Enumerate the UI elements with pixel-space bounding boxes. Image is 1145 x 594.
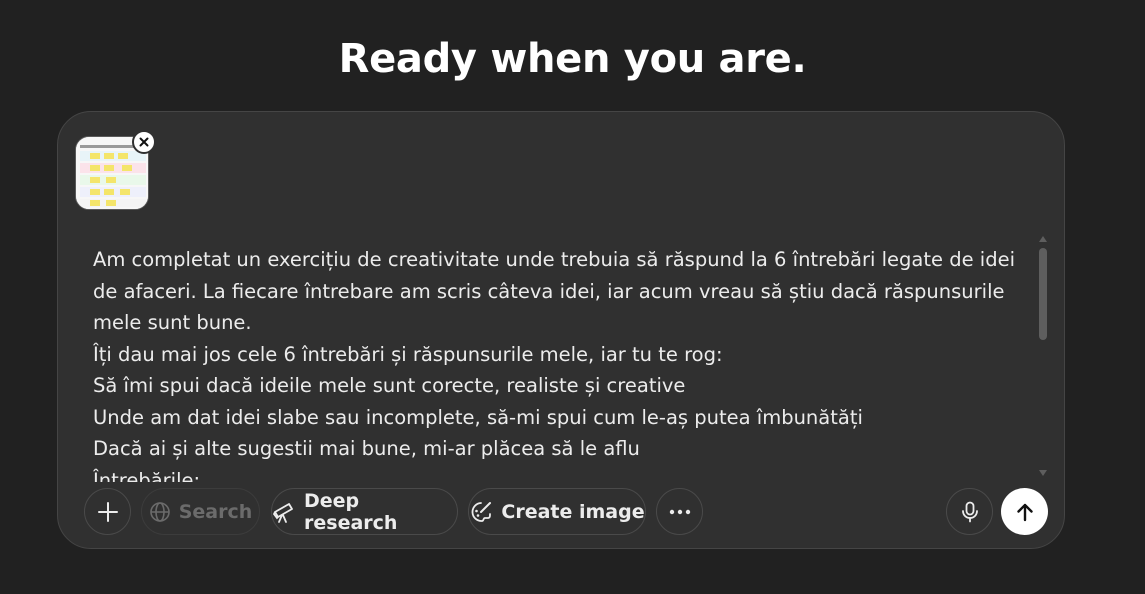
more-options-button[interactable]	[656, 488, 703, 535]
paint-palette-icon	[469, 500, 493, 524]
telescope-icon	[272, 500, 296, 524]
remove-attachment-button[interactable]	[132, 130, 156, 154]
message-line: Îți dau mai jos cele 6 întrebări și răsp…	[93, 342, 723, 366]
ellipsis-icon	[669, 509, 690, 514]
message-line: Să îmi spui dacă ideile mele sunt corect…	[93, 374, 686, 397]
message-line: Unde am dat idei slabe sau incomplete, s…	[93, 405, 863, 429]
deep-research-label: Deep research	[304, 489, 398, 534]
search-label: Search	[178, 500, 253, 523]
message-composer: Am completat un exercițiu de creativitat…	[57, 111, 1065, 549]
voice-input-button[interactable]	[946, 488, 993, 535]
composer-toolbar: Search Deep research Create image	[58, 488, 1066, 536]
scroll-up-arrow-icon[interactable]	[1039, 236, 1047, 242]
scroll-down-arrow-icon[interactable]	[1039, 470, 1047, 476]
message-scrollbar[interactable]	[1037, 236, 1049, 476]
microphone-icon	[961, 501, 978, 522]
search-button[interactable]: Search	[141, 488, 260, 535]
message-line: Am completat un exercițiu de creativitat…	[93, 248, 1015, 334]
globe-icon	[149, 501, 171, 523]
message-line: Dacă ai și alte sugestii mai bune, mi-ar…	[93, 437, 640, 460]
page-title: Ready when you are.	[338, 36, 807, 82]
arrow-up-icon	[1016, 503, 1033, 521]
message-line: Întrebările:	[93, 468, 201, 483]
plus-icon	[97, 501, 118, 522]
message-input[interactable]: Am completat un exercițiu de creativitat…	[93, 244, 1028, 482]
send-button[interactable]	[1001, 488, 1048, 535]
create-image-button[interactable]: Create image	[468, 488, 646, 535]
close-icon	[139, 137, 149, 147]
scrollbar-thumb[interactable]	[1039, 248, 1047, 340]
add-attachment-button[interactable]	[84, 488, 131, 535]
deep-research-button[interactable]: Deep research	[271, 488, 458, 535]
create-image-label: Create image	[501, 500, 645, 523]
